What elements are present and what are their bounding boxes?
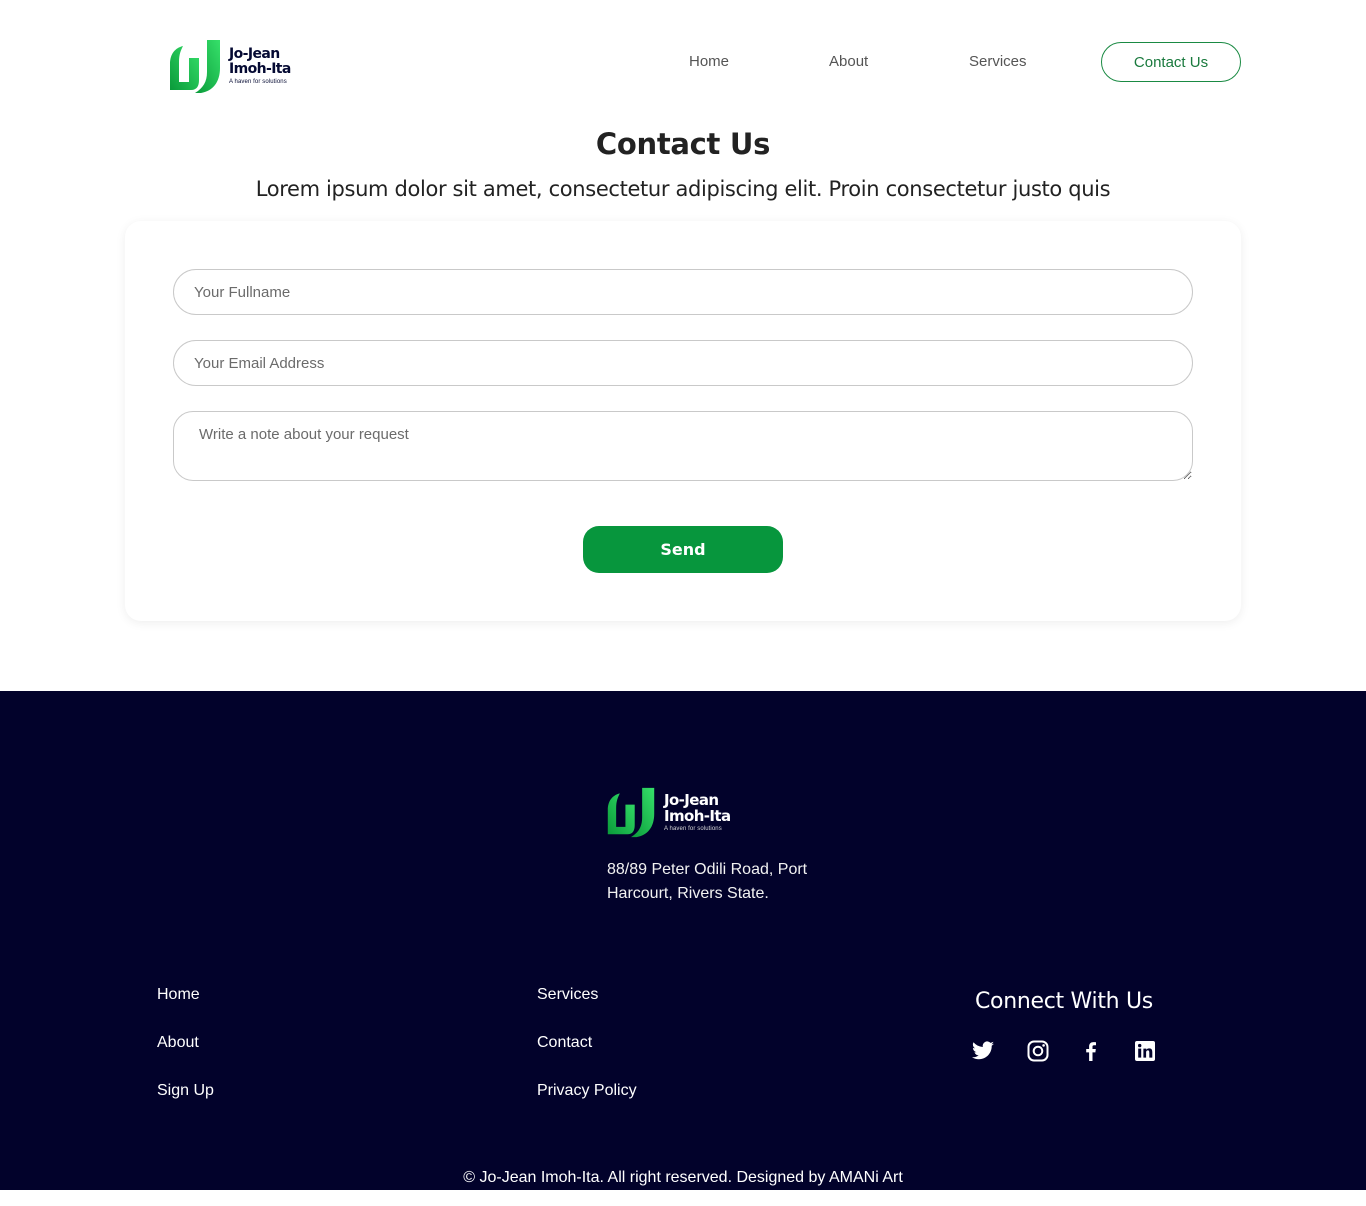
leaf-logo-icon [170, 40, 220, 93]
footer-logo[interactable]: Jo-Jean Imoh-Ita A haven for solutions [606, 786, 731, 838]
logo-name-line2: Imoh-Ita [664, 806, 731, 825]
email-input[interactable] [173, 340, 1193, 386]
nav-contact-button[interactable]: Contact Us [1101, 42, 1241, 82]
logo-wordmark: Jo-Jean Imoh-Ita A haven for solutions [664, 792, 731, 833]
footer-link-sign-up[interactable]: Sign Up [157, 1080, 214, 1102]
request-note-textarea[interactable] [173, 411, 1193, 481]
copyright-text: © Jo-Jean Imoh-Ita. All right reserved. … [463, 1169, 903, 1186]
twitter-icon[interactable] [970, 1038, 996, 1064]
site-header: Jo-Jean Imoh-Ita A haven for solutions H… [0, 0, 1366, 120]
logo-tagline: A haven for solutions [229, 78, 287, 85]
nav-home-link[interactable]: Home [689, 52, 729, 72]
footer-link-home[interactable]: Home [157, 984, 200, 1006]
contact-form-card: Send [125, 221, 1241, 621]
instagram-icon[interactable] [1025, 1038, 1051, 1064]
logo-name-line1: Jo-Jean [664, 790, 719, 809]
footer-link-about[interactable]: About [157, 1032, 199, 1054]
send-button[interactable]: Send [583, 526, 783, 573]
address-line: 88/89 Peter Odili Road, Port [607, 861, 808, 878]
fullname-input[interactable] [173, 269, 1193, 315]
nav-services-link[interactable]: Services [969, 52, 1027, 72]
facebook-icon[interactable] [1078, 1038, 1104, 1064]
logo-name-line2: Imoh-Ita [229, 60, 291, 77]
footer-link-services[interactable]: Services [537, 984, 598, 1006]
site-footer: Jo-Jean Imoh-Ita A haven for solutions 8… [0, 691, 1366, 1190]
logo-name-line1: Jo-Jean [229, 45, 280, 62]
footer-address: 88/89 Peter Odili Road, Port Harcourt, R… [607, 858, 847, 906]
footer-link-privacy-policy[interactable]: Privacy Policy [537, 1080, 637, 1102]
header-logo[interactable]: Jo-Jean Imoh-Ita A haven for solutions [169, 38, 291, 94]
footer-link-contact[interactable]: Contact [537, 1032, 592, 1054]
leaf-logo-icon [607, 787, 655, 838]
logo-tagline: A haven for solutions [664, 825, 722, 832]
logo-wordmark: Jo-Jean Imoh-Ita A haven for solutions [229, 45, 291, 86]
connect-heading: Connect With Us [975, 989, 1153, 1014]
nav-about-link[interactable]: About [829, 52, 868, 72]
page-title: Contact Us [595, 127, 771, 161]
address-line: Harcourt, Rivers State. [607, 885, 769, 902]
page-subtitle: Lorem ipsum dolor sit amet, consectetur … [255, 177, 1111, 201]
linkedin-icon[interactable] [1132, 1038, 1158, 1064]
